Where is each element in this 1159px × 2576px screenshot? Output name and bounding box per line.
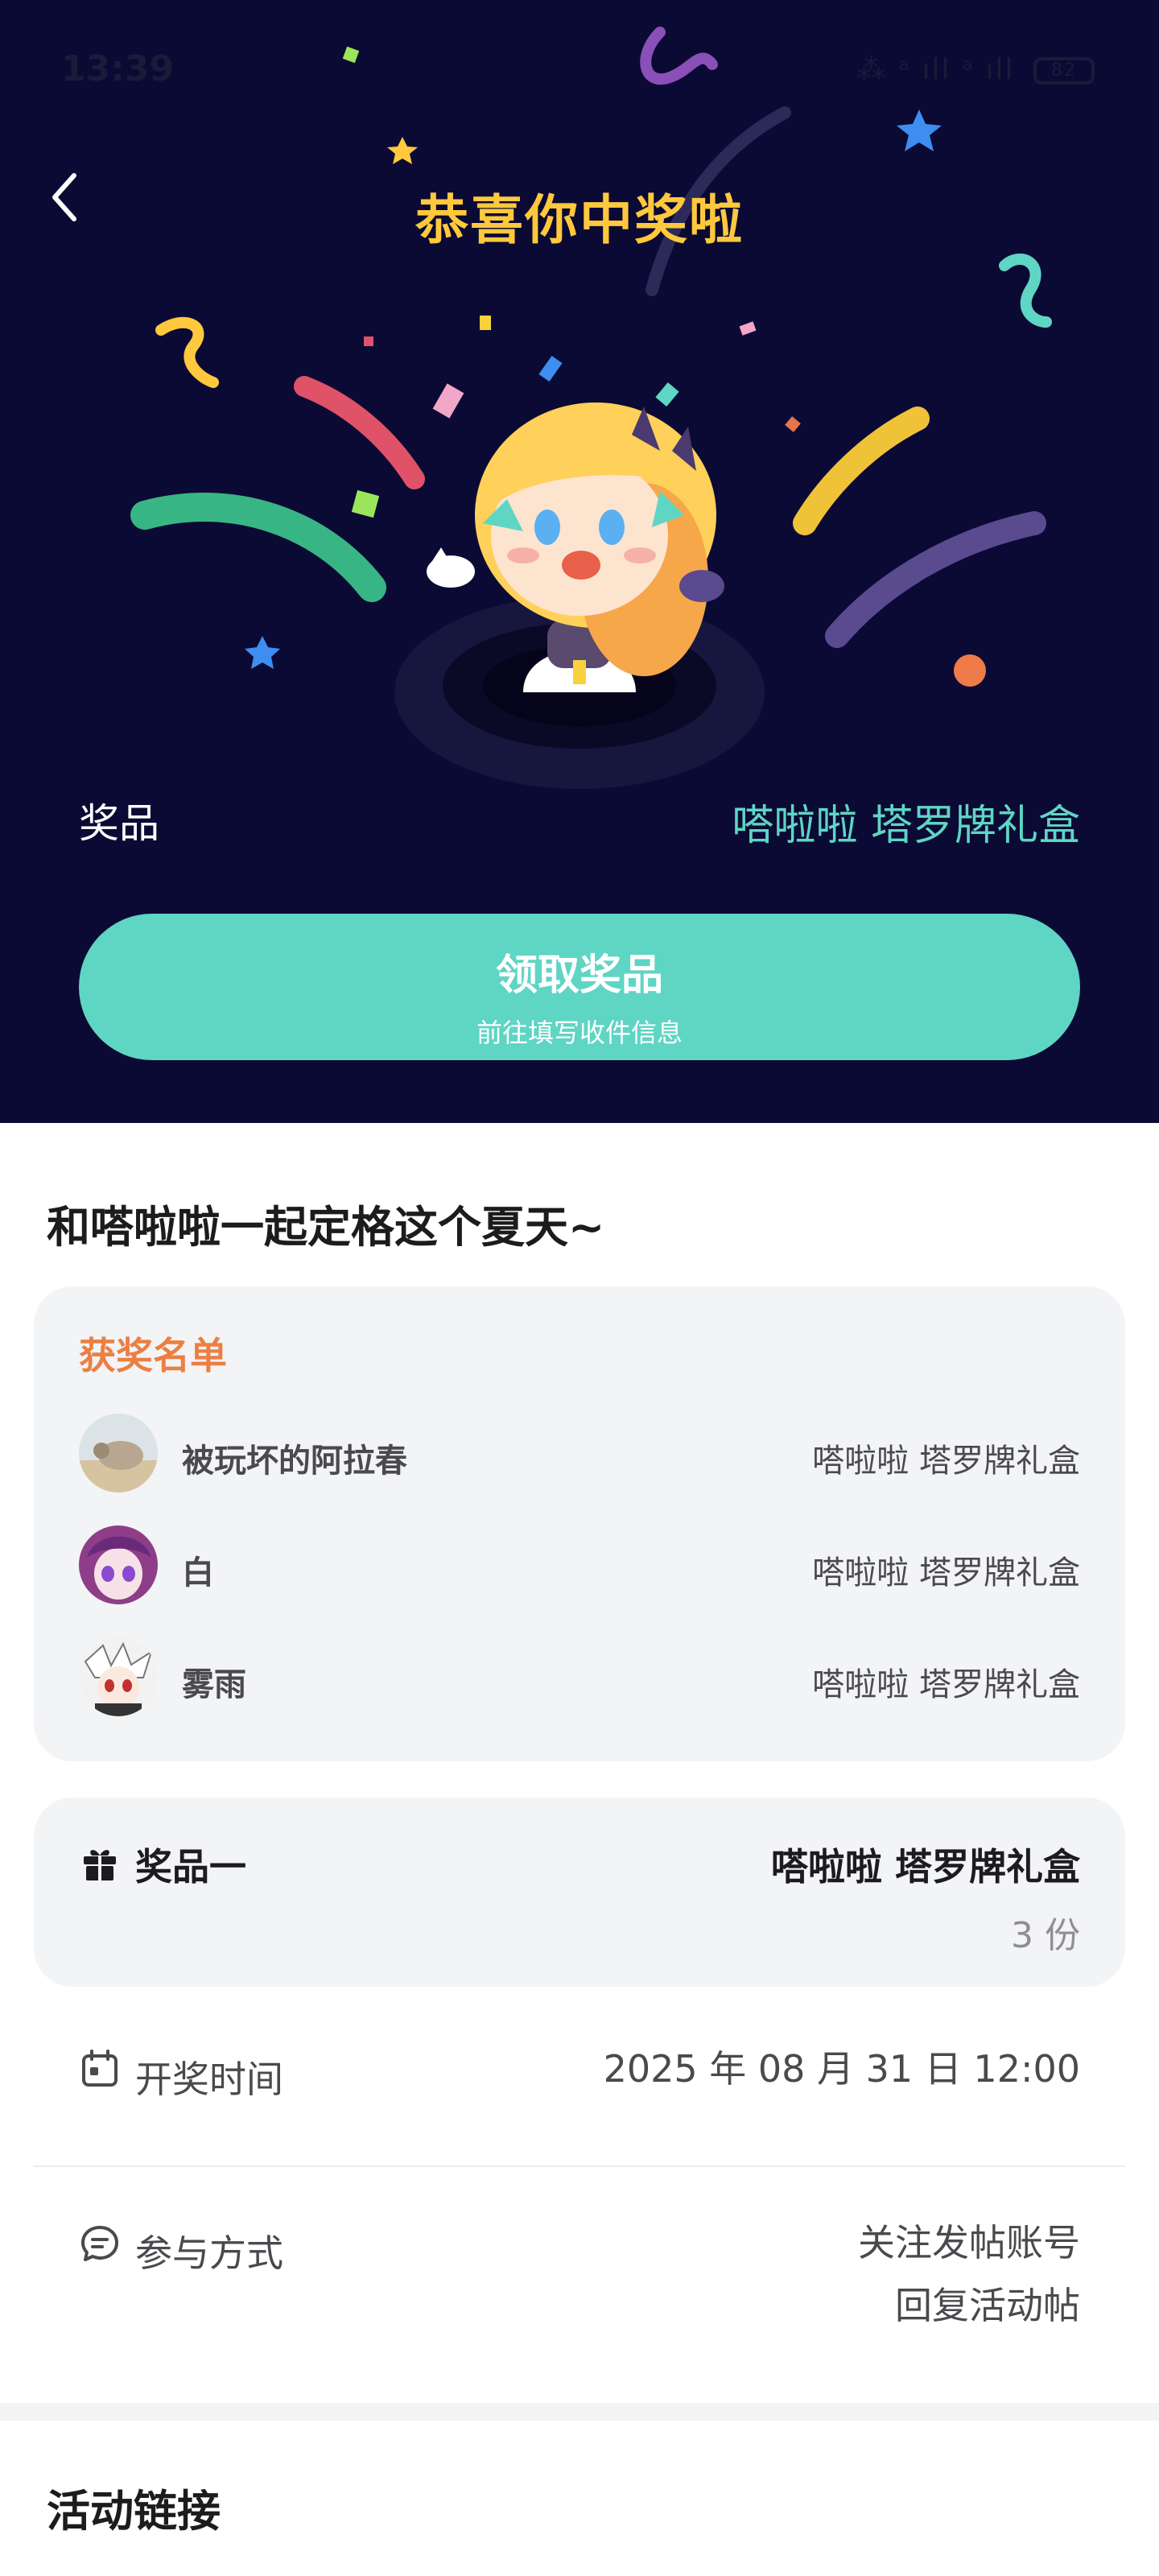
winners-card: 获奖名单 被玩坏的阿拉春 嗒啦啦 塔罗牌礼盒 白 嗒啦啦 塔罗牌礼盒 雾雨 嗒啦… (34, 1286, 1125, 1761)
prize-value: 嗒啦啦 塔罗牌礼盒 (732, 802, 1080, 850)
activity-title: 和嗒啦啦一起定格这个夏天~ (47, 1202, 605, 1253)
prize-item-count: 3 份 (1011, 1915, 1080, 1956)
celebration-illustration (130, 27, 1052, 789)
avatar (79, 1525, 158, 1604)
winner-prize: 嗒啦啦 塔罗牌礼盒 (812, 1443, 1080, 1480)
list-item[interactable]: 被玩坏的阿拉春 嗒啦啦 塔罗牌礼盒 (79, 1414, 1080, 1494)
winner-name: 白 (182, 1554, 214, 1591)
participation-step: 回复活动帖 (895, 2284, 1080, 2327)
participation-step: 关注发帖账号 (858, 2221, 1080, 2264)
calendar-icon (82, 2050, 118, 2087)
hero-banner: 13:39 ⁂ ᵃ ıll ᵃ ıll 82 恭喜你中奖啦 奖品 嗒啦啦 塔罗牌… (0, 0, 1159, 1123)
chat-bubble-icon (81, 2226, 118, 2261)
winner-prize: 嗒啦啦 塔罗牌礼盒 (812, 1554, 1080, 1591)
list-item[interactable]: 白 嗒啦啦 塔罗牌礼盒 (79, 1525, 1080, 1606)
claim-prize-button[interactable]: 领取奖品 前往填写收件信息 (79, 914, 1080, 1060)
participation-label: 参与方式 (135, 2231, 283, 2275)
activity-details: 和嗒啦啦一起定格这个夏天~ 获奖名单 被玩坏的阿拉春 嗒啦啦 塔罗牌礼盒 白 嗒… (0, 1123, 1159, 2576)
participation-steps: 关注发帖账号 回复活动帖 (858, 2211, 1080, 2337)
avatar (79, 1637, 158, 1716)
prize-item-name: 嗒啦啦 塔罗牌礼盒 (770, 1845, 1080, 1889)
participation-row: 参与方式 关注发帖账号 回复活动帖 (79, 2202, 1080, 2339)
prize-label: 奖品 (79, 800, 159, 847)
activity-links-title: 活动链接 (47, 2486, 221, 2537)
gift-icon (84, 1850, 116, 1880)
winner-prize: 嗒啦啦 塔罗牌礼盒 (812, 1666, 1080, 1703)
prize-item-label: 奖品一 (135, 1845, 246, 1889)
draw-time-value: 2025 年 08 月 31 日 12:00 (603, 2047, 1080, 2091)
claim-button-subtitle: 前往填写收件信息 (476, 1018, 683, 1048)
avatar (79, 1414, 158, 1492)
winner-name: 被玩坏的阿拉春 (182, 1443, 407, 1480)
list-item[interactable]: 雾雨 嗒啦啦 塔罗牌礼盒 (79, 1637, 1080, 1718)
draw-time-row: 开奖时间 2025 年 08 月 31 日 12:00 (79, 2033, 1080, 2105)
divider (34, 2165, 1125, 2167)
page-title: 恭喜你中奖啦 (415, 189, 744, 251)
draw-time-label: 开奖时间 (135, 2058, 283, 2101)
winners-title: 获奖名单 (79, 1334, 227, 1377)
winner-name: 雾雨 (182, 1666, 246, 1703)
prize-card: 奖品一 嗒啦啦 塔罗牌礼盒 3 份 (34, 1798, 1125, 1987)
claim-button-title: 领取奖品 (495, 952, 663, 1000)
prize-row: 奖品 嗒啦啦 塔罗牌礼盒 (79, 785, 1080, 850)
section-separator (0, 2403, 1159, 2421)
